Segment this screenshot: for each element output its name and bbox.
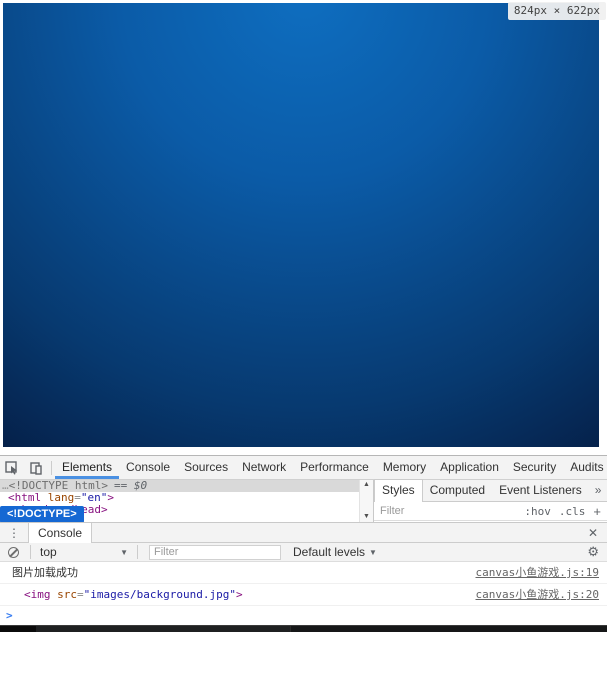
styles-filter-placeholder[interactable]: Filter [380,505,404,517]
scroll-down-icon[interactable]: ▼ [363,513,370,521]
dropdown-caret-icon: ▼ [369,547,377,557]
source-link[interactable]: canvas小鱼游戏.js:19 [476,564,599,580]
tab-audits[interactable]: Audits [563,456,607,479]
device-toolbar-icon[interactable] [24,456,48,479]
console-drawer-tabbar: ⋮ Console ✕ [0,522,607,543]
source-link[interactable]: canvas小鱼游戏.js:20 [476,586,599,602]
tab-console[interactable]: Console [119,456,177,479]
toolbar-separator [137,545,138,559]
class-toggle[interactable]: .cls [559,505,586,518]
tab-styles[interactable]: Styles [374,479,423,502]
browser-page: 824px × 622px Elements Console Sources N [0,0,607,690]
tab-computed[interactable]: Computed [423,480,492,501]
tab-performance[interactable]: Performance [293,456,376,479]
tab-network[interactable]: Network [235,456,293,479]
console-messages: 图片加载成功 canvas小鱼游戏.js:19 <img src="images… [0,562,607,625]
tab-event-listeners[interactable]: Event Listeners [492,480,589,501]
scroll-up-icon[interactable]: ▲ [363,481,370,489]
console-filter-input[interactable] [149,544,281,560]
dollar-zero-hint: == $0 [113,480,148,492]
console-message: 图片加载成功 canvas小鱼游戏.js:19 [0,562,607,584]
prompt-chevron-icon: > [6,609,13,622]
console-message: <img src="images/background.jpg"> canvas… [0,584,607,606]
log-text: 图片加载成功 [12,566,78,579]
taskbar-edge [0,625,607,632]
tab-sources[interactable]: Sources [177,456,235,479]
devtools-tabbar: Elements Console Sources Network Perform… [0,456,607,480]
toolbar-separator [30,545,31,559]
tab-memory[interactable]: Memory [376,456,433,479]
elements-scrollbar[interactable]: ▲ ▼ [359,480,373,522]
log-levels-select[interactable]: Default levels ▼ [289,545,381,559]
page-viewport: 824px × 622px [0,0,607,455]
styles-sidebar: Styles Computed Event Listeners » Filter… [374,479,607,522]
toolbar-separator [51,460,52,475]
game-canvas[interactable] [3,3,599,447]
inspect-element-icon[interactable] [0,456,24,479]
dropdown-caret-icon: ▼ [120,547,128,557]
drawer-menu-icon[interactable]: ⋮ [0,526,28,540]
console-toolbar: top ▼ Default levels ▼ ⚙ [0,543,607,562]
doctype-drag-tooltip: <!DOCTYPE> [0,506,84,522]
elements-split-view: …<!DOCTYPE html>== $0 <html lang="en"> ▶… [0,479,607,523]
drawer-close-icon[interactable]: ✕ [583,526,607,540]
tab-application[interactable]: Application [433,456,506,479]
logged-element[interactable]: <img src="images/background.jpg"> [12,588,243,601]
tab-elements[interactable]: Elements [55,456,119,479]
execution-context-select[interactable]: top ▼ [34,545,134,559]
viewport-size-tooltip: 824px × 622px [507,2,606,20]
more-tabs-icon[interactable]: » [591,480,606,501]
console-prompt[interactable]: > [0,606,607,625]
elements-tree[interactable]: …<!DOCTYPE html>== $0 <html lang="en"> ▶… [0,480,359,522]
styles-tabbar: Styles Computed Event Listeners » [374,479,607,502]
taskbar-segment [36,626,290,632]
devtools-panel: Elements Console Sources Network Perform… [0,455,607,625]
styles-filter-row: Filter :hov .cls + [374,502,607,521]
new-style-rule-icon[interactable]: + [593,504,601,519]
clear-console-icon[interactable] [8,546,19,558]
taskbar-segment [290,626,607,632]
tab-security[interactable]: Security [506,456,563,479]
tab-drawer-console[interactable]: Console [28,522,93,543]
taskbar-segment [0,626,36,632]
hover-state-toggle[interactable]: :hov [524,505,551,518]
console-settings-gear-icon[interactable]: ⚙ [579,544,607,560]
